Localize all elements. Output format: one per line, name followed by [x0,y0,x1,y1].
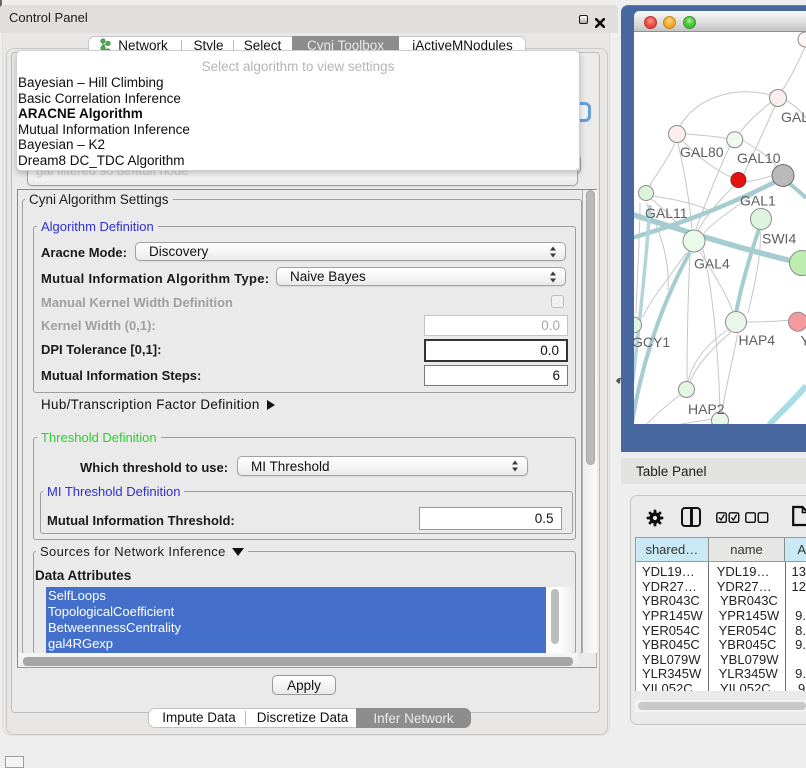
svg-text:GAL10: GAL10 [737,150,781,166]
svg-text:GCY1: GCY1 [634,334,670,350]
svg-text:SWI4: SWI4 [762,231,796,247]
svg-text:GAL11: GAL11 [645,205,688,221]
svg-text:GAL80: GAL80 [680,144,724,160]
svg-text:GAL4: GAL4 [694,256,730,272]
svg-text:GAL: GAL [781,109,806,125]
svg-text:HAP2: HAP2 [688,401,725,417]
svg-text:HAP4: HAP4 [739,332,776,348]
svg-text:Y: Y [801,333,806,349]
svg-text:GAL1: GAL1 [740,193,776,209]
